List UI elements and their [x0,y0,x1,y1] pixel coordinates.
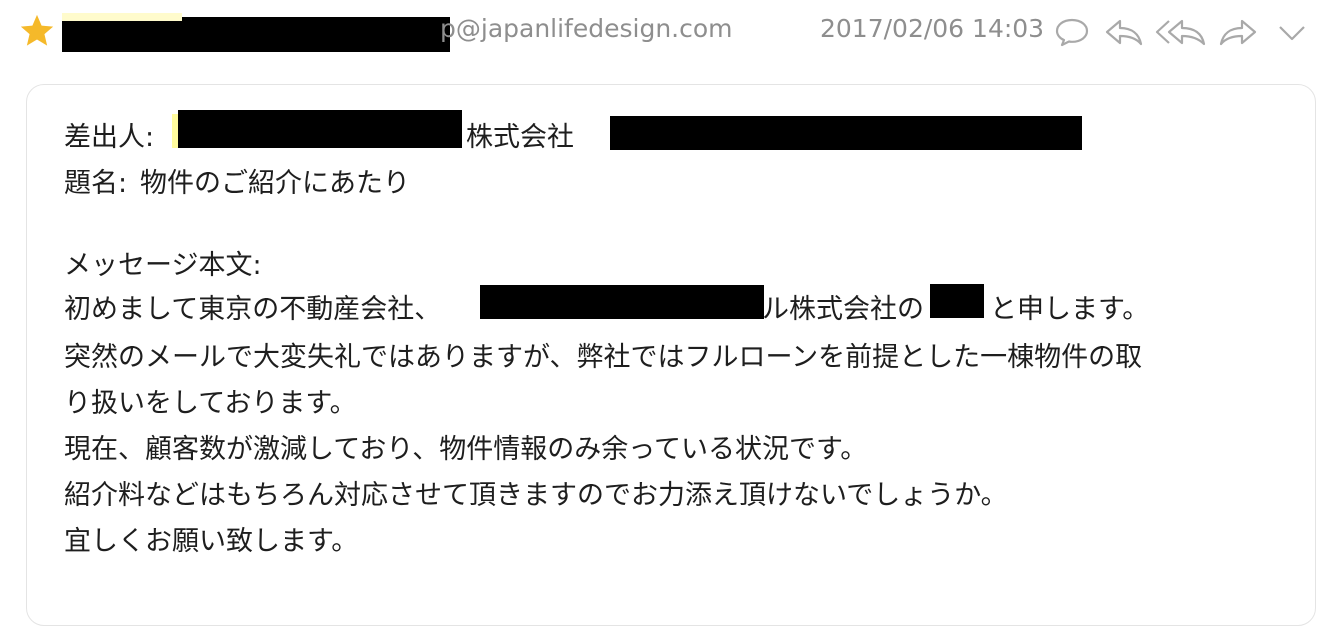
message-line-4: 現在、顧客数が激減しており、物件情報のみ余っている状況です。 [64,434,868,465]
more-button[interactable] [1270,12,1314,52]
message-date: 2017/02/06 14:03 [820,14,1045,43]
from-redaction-1 [178,110,462,148]
sender-address[interactable]: p@japanlifedesign.com [440,14,733,43]
reply-all-button[interactable] [1154,12,1210,52]
sender-highlight [62,13,182,21]
reply-icon [1105,19,1143,46]
subject-label: 題名: [64,168,128,199]
from-redaction-2 [610,116,1082,150]
message-line-1b: ル株式会社の [762,294,924,325]
reply-all-icon [1155,19,1206,46]
message-line-6: 宜しくお願い致します。 [64,526,359,557]
forward-button[interactable] [1216,12,1260,52]
reply-button[interactable] [1102,12,1146,52]
from-label: 差出人: [64,122,155,153]
from-company: 株式会社 [466,122,574,153]
name-redaction [930,284,984,318]
chevron-down-icon [1279,26,1305,41]
message-line-2: 突然のメールで大変失礼ではありますが、弊社ではフルローンを前提とした一棟物件の取 [64,342,1143,373]
company-redaction [480,285,764,319]
subject-text: 物件のご紹介にあたり [140,168,410,199]
message-label: メッセージ本文: [64,250,262,281]
message-line-5: 紹介料などはもちろん対応させて頂きますのでお力添え頂けないでしょうか。 [64,480,1008,511]
message-line-3: り扱いをしております。 [64,388,357,419]
sender-redaction [62,17,450,52]
comment-button[interactable] [1050,12,1094,52]
message-line-1a: 初めまして東京の不動産会社、 [64,294,442,325]
message-line-1c: と申します。 [990,294,1150,325]
message-header: p@japanlifedesign.com 2017/02/06 14:03 [0,0,1340,70]
forward-icon [1219,19,1257,46]
star-icon[interactable] [18,12,56,50]
comment-icon [1055,18,1089,47]
